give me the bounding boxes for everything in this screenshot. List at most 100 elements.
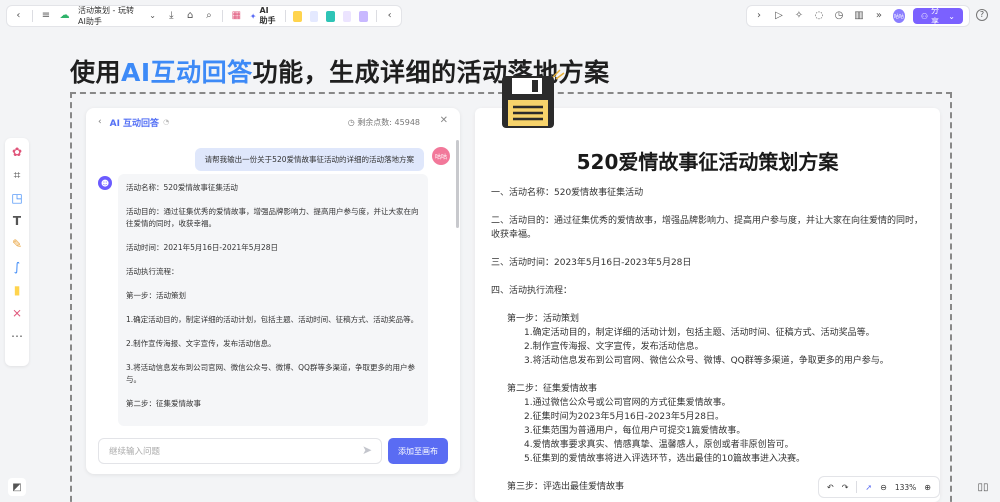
divider <box>284 10 286 22</box>
answer-line: 活动目的：通过征集优秀的爱情故事，增强品牌影响力、提高用户参与度，并让大家在向往… <box>126 207 419 228</box>
comment-icon[interactable]: ◌ <box>813 9 825 23</box>
plugin-p-icon[interactable] <box>309 10 319 22</box>
document-body: 一、活动名称：520爱情故事征集活动 二、活动目的：通过征集优秀的爱情故事，增强… <box>491 186 931 494</box>
connector-icon[interactable]: ∫ <box>9 259 25 275</box>
zoom-level[interactable]: 133% <box>895 483 916 492</box>
chevron-down-icon[interactable]: ⌄ <box>147 9 158 23</box>
calendar-icon[interactable]: ▦ <box>231 9 242 23</box>
sticky-note-icon[interactable]: ▮ <box>9 282 25 298</box>
answer-line: 1.确定活动目的，制定详细的活动计划，包括主题、活动时间、征稿方式、活动奖品等。 <box>126 315 419 324</box>
plugin-tc-icon[interactable] <box>342 10 352 22</box>
crop-frame-icon[interactable]: ⌗ <box>9 167 25 183</box>
share-label: 分享 <box>931 6 940 26</box>
points-remaining: ◷ 剩余点数: 45948 <box>347 118 420 127</box>
answer-line: 活动名称：520爱情故事征集活动 <box>126 183 238 192</box>
palette-icon[interactable]: ✿ <box>9 144 25 160</box>
share-button[interactable]: ⚇ 分享 ⌄ <box>912 6 963 26</box>
divider <box>222 10 224 22</box>
avatar[interactable]: 咕咕 <box>892 9 905 23</box>
cloud-icon: ☁ <box>59 10 70 21</box>
doc-item: 4.爱情故事要求真实、情感真挚、温馨感人，原创或者非原创皆可。 <box>524 440 794 450</box>
right-toolbar-group: › ▷ ✧ ◌ ◷ ▥ » 咕咕 ⚇ 分享 ⌄ <box>746 5 970 27</box>
chat-title: AI 互动回答 <box>109 118 160 129</box>
doc-line: 四、活动执行流程： <box>491 286 573 296</box>
effects-icon[interactable]: ✧ <box>793 9 805 23</box>
user-avatar: 咕咕 <box>432 147 450 165</box>
redo-icon[interactable]: ↷ <box>842 483 849 492</box>
plan-document: 520爱情故事征活动策划方案 一、活动名称：520爱情故事征集活动 二、活动目的… <box>475 108 940 502</box>
answer-line: 2.制作宣传海报、文字宣传，发布活动信息。 <box>126 339 276 348</box>
shapes-icon[interactable]: ◳ <box>9 190 25 206</box>
left-toolbar-group: ‹ ≡ ☁ 活动策划 - 玩转AI助手 ⌄ ⤓ ⌂ ⌕ ▦ ✦ AI助手 ‹ <box>6 5 402 27</box>
back-icon[interactable]: ‹ <box>13 9 24 23</box>
mindmap-icon[interactable]: ⨯ <box>9 305 25 321</box>
menu-icon[interactable]: ≡ <box>41 9 52 23</box>
floppy-disk-icon <box>502 76 554 128</box>
answer-line: 3.将活动信息发布到公司官网、微信公众号、微博、QQ群等多渠道，争取更多的用户参… <box>126 363 415 384</box>
expand-icon[interactable]: › <box>753 9 765 23</box>
zoom-controls: ↶ ↷ ➚ ⊖ 133% ⊕ <box>818 476 940 498</box>
doc-item: 3.将活动信息发布到公司官网、微信公众号、微博、QQ群等多渠道，争取更多的用户参… <box>524 356 889 366</box>
bot-avatar-icon: ☻ <box>98 176 112 190</box>
headline-highlight: AI互动回答 <box>121 58 253 87</box>
help-icon[interactable]: ? <box>976 9 988 21</box>
more-chevrons-icon[interactable]: » <box>873 9 885 23</box>
doc-item: 3.征集范围为普通用户，每位用户可提交1篇爱情故事。 <box>524 426 746 436</box>
doc-item: 1.通过微信公众号或公司官网的方式征集爱情故事。 <box>524 398 731 408</box>
pointer-icon[interactable]: ➚ <box>865 483 872 492</box>
help-icon[interactable]: ◔ <box>163 118 169 126</box>
book-icon[interactable]: ▯▯ <box>974 478 992 496</box>
document-title: 520爱情故事征活动策划方案 <box>576 150 839 174</box>
headline-prefix: 使用 <box>70 58 122 87</box>
ai-sparkle-icon: ✦ <box>249 11 257 21</box>
doc-item: 2.制作宣传海报、文字宣传，发布活动信息。 <box>524 342 704 352</box>
zoom-in-icon[interactable]: ⊕ <box>924 483 931 492</box>
divider <box>31 10 33 22</box>
download-icon[interactable]: ⤓ <box>166 9 177 23</box>
tag-icon[interactable]: ⌂ <box>185 9 196 23</box>
ai-chat-panel: ‹ AI 互动回答 ◔ ◷ 剩余点数: 45948 ✕ 请帮我输出一份关于520… <box>86 108 460 474</box>
user-icon: ⚇ <box>920 11 929 21</box>
divider <box>856 481 858 493</box>
divider <box>375 10 377 22</box>
doc-line: 一、活动名称：520爱情故事征集活动 <box>491 188 644 198</box>
answer-line: 活动执行流程： <box>126 267 179 276</box>
doc-item: 5.征集到的爱情故事将进入评选环节，选出最佳的10篇故事进入决赛。 <box>524 454 806 464</box>
add-to-canvas-button[interactable]: 添加至画布 <box>388 438 448 464</box>
doc-item: 2.征集时间为2023年5月16日-2023年5月28日。 <box>524 412 725 422</box>
timer-icon[interactable]: ◷ <box>833 9 845 23</box>
points-label: 剩余点数: 45948 <box>357 118 420 127</box>
answer-line: 活动时间：2021年5月16日-2021年5月28日 <box>126 243 279 252</box>
plugin-chat-icon[interactable] <box>359 10 368 22</box>
close-icon[interactable]: ✕ <box>440 115 448 126</box>
more-icon[interactable]: ⋯ <box>9 328 25 344</box>
collapse-icon[interactable]: ‹ <box>384 9 395 23</box>
undo-icon[interactable]: ↶ <box>827 483 834 492</box>
plugin-yellow-icon[interactable] <box>293 10 302 22</box>
plugin-share-icon[interactable] <box>326 10 335 22</box>
doc-line: 三、活动时间：2023年5月16日-2023年5月28日 <box>491 258 692 268</box>
tool-rail: ✿ ⌗ ◳ T ✎ ∫ ▮ ⨯ ⋯ <box>5 138 29 366</box>
text-tool-icon[interactable]: T <box>9 213 25 229</box>
pen-tool-icon[interactable]: ✎ <box>9 236 25 252</box>
play-icon[interactable]: ▷ <box>773 9 785 23</box>
chat-input[interactable]: 继续输入问题 <box>98 438 382 464</box>
back-icon[interactable]: ‹ <box>98 117 102 127</box>
search-icon[interactable]: ⌕ <box>204 9 215 23</box>
document-title[interactable]: 活动策划 - 玩转AI助手 <box>78 5 139 27</box>
zoom-out-icon[interactable]: ⊖ <box>880 483 887 492</box>
send-icon[interactable]: ➤ <box>362 443 372 457</box>
chevron-down-icon: ⌄ <box>948 11 955 21</box>
minimap-icon[interactable]: ◩ <box>8 478 26 496</box>
ai-answer: 活动名称：520爱情故事征集活动 活动目的：通过征集优秀的爱情故事，增强品牌影响… <box>118 174 428 426</box>
top-toolbar: ‹ ≡ ☁ 活动策划 - 玩转AI助手 ⌄ ⤓ ⌂ ⌕ ▦ ✦ AI助手 ‹ ›… <box>0 0 1000 32</box>
chart-icon[interactable]: ▥ <box>853 9 865 23</box>
doc-item: 1.确定活动目的，制定详细的活动计划，包括主题、活动时间、征稿方式、活动奖品等。 <box>524 328 875 338</box>
ai-assistant-button[interactable]: ✦ AI助手 <box>250 6 277 26</box>
doc-step: 第二步：征集爱情故事 <box>507 384 598 394</box>
user-message: 请帮我输出一份关于520爱情故事征活动的详细的活动落地方案 <box>194 148 424 171</box>
doc-step: 第一步：活动策划 <box>507 314 580 324</box>
answer-line: 第一步：活动策划 <box>126 291 186 300</box>
chat-scrollbar[interactable] <box>456 140 459 228</box>
answer-line: 第二步：征集爱情故事 <box>126 399 201 408</box>
